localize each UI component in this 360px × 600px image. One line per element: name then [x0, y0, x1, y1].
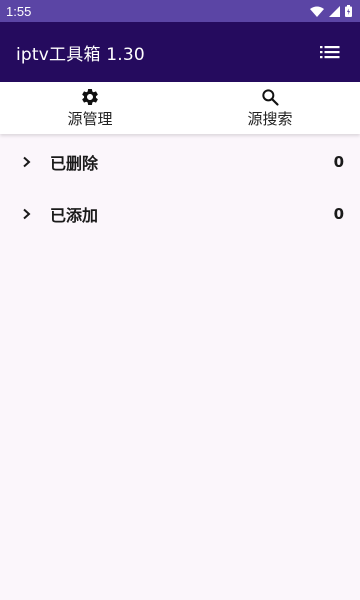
tab-bar: 源管理 源搜索 [0, 82, 360, 134]
chevron-right-icon [22, 156, 34, 168]
tab-label: 源搜索 [247, 110, 293, 128]
chevron-right-icon [22, 208, 34, 220]
signal-icon [329, 5, 340, 17]
list-item-label: 已添加 [50, 206, 99, 225]
category-list: 已删除 0 已添加 0 [0, 136, 360, 240]
status-icons [310, 5, 352, 17]
search-icon [260, 87, 280, 107]
tab-source-search[interactable]: 源搜索 [180, 82, 360, 134]
list-item-added[interactable]: 已添加 0 [0, 188, 360, 240]
list-item-count: 0 [333, 153, 344, 171]
app-title: iptv工具箱 1.30 [16, 44, 145, 65]
status-bar: 1:55 [0, 0, 360, 22]
list-item-label: 已删除 [50, 154, 99, 173]
gear-icon [80, 87, 100, 107]
tab-source-management[interactable]: 源管理 [0, 82, 180, 134]
tab-label: 源管理 [67, 110, 113, 128]
app-bar: iptv工具箱 1.30 [0, 22, 360, 82]
wifi-icon [310, 6, 324, 17]
status-time: 1:55 [6, 3, 32, 19]
battery-icon [345, 5, 352, 17]
menu-icon[interactable] [318, 40, 342, 64]
list-item-count: 0 [333, 205, 344, 223]
list-item-deleted[interactable]: 已删除 0 [0, 136, 360, 188]
